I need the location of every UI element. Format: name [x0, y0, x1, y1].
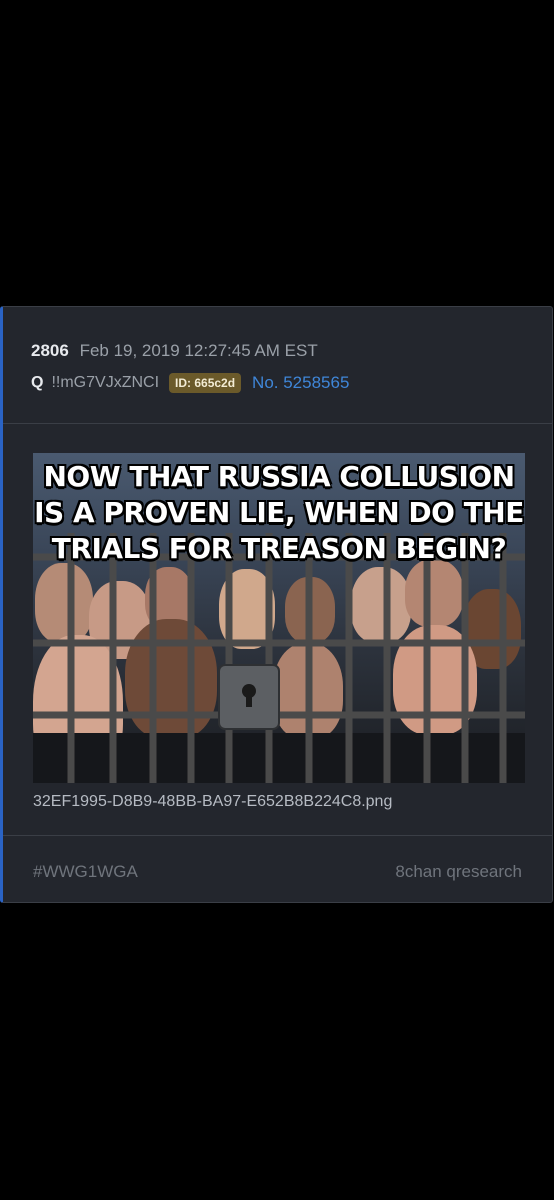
source-label: 8chan qresearch	[395, 862, 522, 881]
post-footer: #WWG1WGA 8chan qresearch	[3, 835, 552, 903]
post-date: Feb 19, 2019 12:27:45 AM EST	[79, 341, 318, 360]
id-badge: ID: 665c2d	[169, 373, 242, 393]
author-name: Q	[31, 374, 44, 391]
post-header: 2806 Feb 19, 2019 12:27:45 AM EST Q !!mG…	[3, 307, 552, 424]
post-meta-row: 2806 Feb 19, 2019 12:27:45 AM EST	[31, 341, 318, 361]
image-filename[interactable]: 32EF1995-D8B9-48BB-BA97-E652B8B224C8.png	[33, 793, 392, 811]
tripcode: !!mG7VJxZNCI	[51, 374, 160, 391]
hashtag: #WWG1WGA	[33, 862, 138, 881]
post-number-link[interactable]: No. 5258565	[252, 373, 349, 393]
meme-caption: NOW THAT RUSSIA COLLUSION IS A PROVEN LI…	[34, 460, 524, 565]
post-card: 2806 Feb 19, 2019 12:27:45 AM EST Q !!mG…	[0, 306, 553, 903]
author-row: Q !!mG7VJxZNCI ID: 665c2d No. 5258565	[31, 373, 349, 393]
attached-image[interactable]: NOW THAT RUSSIA COLLUSION IS A PROVEN LI…	[33, 453, 525, 783]
post-number: 2806	[31, 341, 69, 360]
